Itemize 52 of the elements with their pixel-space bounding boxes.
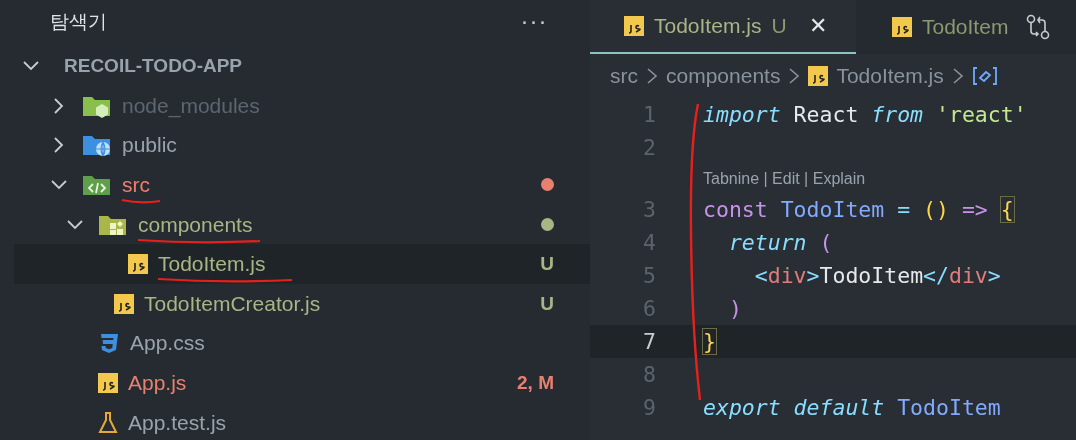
chevron-right-icon [788, 67, 801, 85]
chevron-right-icon [646, 67, 658, 85]
js-file-icon [624, 16, 644, 36]
js-file-icon [808, 66, 829, 86]
folder-globe-icon [82, 133, 112, 158]
project-title[interactable]: RECOIL-TODO-APP [64, 55, 243, 77]
editor-tab[interactable]: TodoItem [856, 0, 1023, 54]
file-name: App.js [128, 370, 187, 395]
selected-row[interactable]: TodoItem.js U [14, 244, 590, 284]
file-row[interactable]: App.test.js [0, 402, 590, 440]
code-line: return ( [727, 230, 833, 255]
source-control-icon[interactable] [1026, 14, 1051, 40]
code-line: const TodoItem = () => { [703, 197, 1014, 222]
folder-name[interactable]: public [122, 133, 177, 158]
close-button[interactable]: ✕ [804, 13, 831, 39]
breadcrumb[interactable]: src [610, 64, 638, 88]
tab-label: TodoItem.js [654, 14, 762, 38]
code-line: <div>TodoItem</div> [753, 263, 1001, 288]
folder-name[interactable]: components [138, 212, 253, 237]
more-actions-button[interactable]: ··· [517, 9, 552, 35]
file-name: App.test.js [128, 410, 227, 435]
symbol-icon [971, 66, 998, 86]
file-name: App.css [130, 331, 205, 356]
code-line: } [703, 329, 716, 354]
breadcrumb[interactable]: TodoItem.js [836, 64, 944, 88]
codelens-links[interactable]: Tabnine | Edit | Explain [703, 169, 866, 188]
line-number: 7 [642, 329, 656, 354]
js-file-icon [892, 17, 912, 37]
css-file-icon [98, 332, 120, 355]
folder-name[interactable]: src [122, 173, 150, 197]
js-file-icon [128, 254, 148, 275]
git-status-label: 2, M [517, 371, 554, 394]
panel-title: 탐색기 [50, 10, 107, 34]
file-name: TodoItem.js [158, 252, 266, 277]
chevron-right-icon [951, 67, 964, 85]
code-line: export default TodoItem [703, 395, 1001, 420]
breadcrumb[interactable]: components [666, 64, 781, 88]
git-status-label: U [771, 14, 787, 38]
git-status-label: U [540, 253, 554, 276]
code-line: import React from 'react' [703, 102, 1027, 127]
file-row[interactable]: TodoItemCreator.js U [0, 283, 590, 324]
file-row[interactable]: App.js 2, M [0, 363, 590, 403]
editor-tab[interactable]: TodoItem.js U ✕ [590, 0, 856, 54]
tab-label: TodoItem [922, 15, 1009, 39]
file-name: TodoItemCreator.js [144, 291, 321, 316]
js-file-icon [98, 372, 118, 393]
file-row[interactable]: App.css [0, 323, 590, 364]
code-line: ) [727, 296, 742, 321]
git-status-label: U [540, 292, 554, 315]
js-file-icon [114, 293, 134, 314]
folder-code-icon [82, 173, 112, 197]
flask-icon [98, 411, 118, 434]
